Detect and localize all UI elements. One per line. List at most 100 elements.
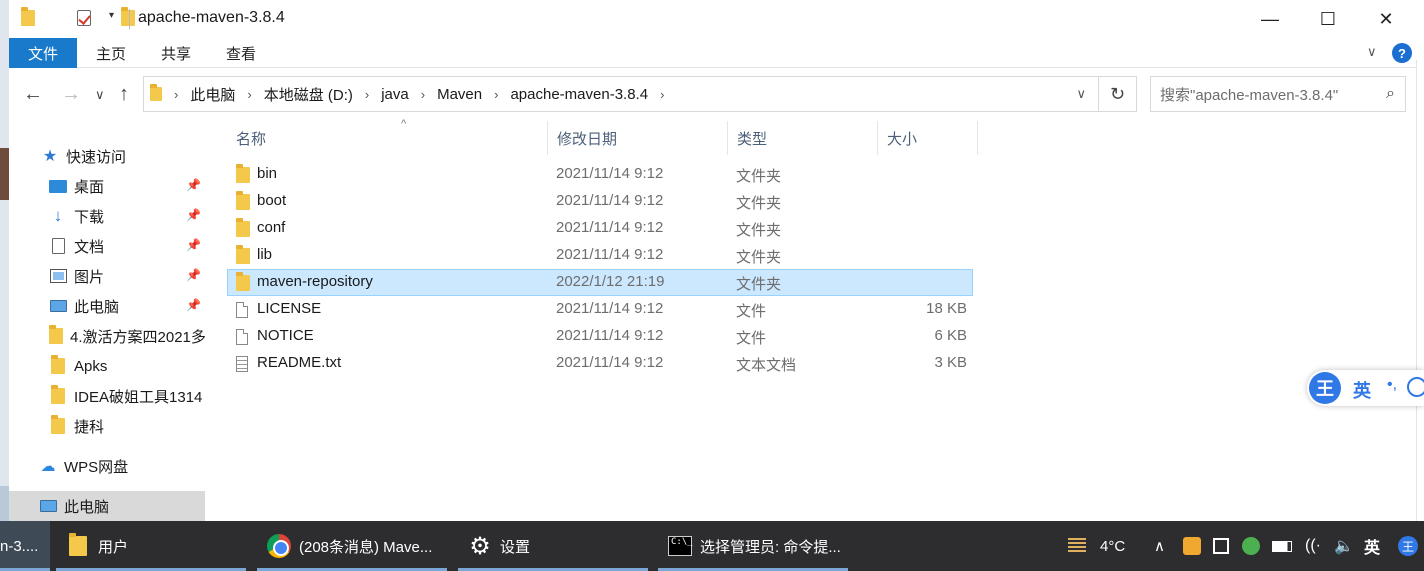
address-dropdown-icon[interactable]: ∨: [1076, 86, 1086, 102]
breadcrumb-this-pc[interactable]: 此电脑: [190, 84, 235, 105]
back-arrow-icon[interactable]: ←: [23, 83, 43, 106]
address-bar[interactable]: › 此电脑 › 本地磁盘 (D:) › java › Maven › apach…: [143, 76, 1099, 112]
nav-downloads[interactable]: ↓ 下载 📌: [9, 201, 205, 231]
file-row[interactable]: conf 2021/11/14 9:12 文件夹: [227, 215, 973, 242]
nav-folder-apks[interactable]: Apks: [9, 351, 205, 381]
properties-icon[interactable]: [77, 10, 92, 26]
file-row-selected[interactable]: maven-repository 2022/1/12 21:19 文件夹: [227, 269, 973, 296]
nav-label: 桌面: [74, 178, 105, 196]
file-date: 2021/11/14 9:12: [556, 219, 664, 236]
breadcrumb-separator[interactable]: ›: [660, 87, 664, 102]
tray-overflow-chevron-icon[interactable]: ∧: [1154, 521, 1165, 571]
refresh-button[interactable]: ↻: [1099, 76, 1137, 112]
file-date: 2021/11/14 9:12: [556, 300, 664, 317]
tray-security-icon[interactable]: [1242, 521, 1260, 571]
taskbar-item-cmd[interactable]: C:\_ 选择管理员: 命令提...: [658, 521, 848, 571]
cloud-icon: ☁: [40, 458, 56, 475]
tray-app-icon[interactable]: [1183, 521, 1201, 571]
ime-toolbar[interactable]: 王 英 •,: [1307, 370, 1424, 406]
folder-icon: [51, 355, 65, 374]
file-row[interactable]: LICENSE 2021/11/14 9:12 文件 18 KB: [227, 296, 973, 323]
pin-icon[interactable]: 📌: [186, 298, 201, 312]
pin-icon[interactable]: 📌: [186, 268, 201, 282]
weather-temperature: 4°C: [1100, 537, 1126, 555]
star-icon: ★: [42, 148, 58, 165]
up-arrow-icon[interactable]: ↑: [119, 83, 129, 106]
search-placeholder: 搜索"apache-maven-3.8.4": [1160, 86, 1339, 104]
desktop-background-left: [0, 0, 9, 521]
tray-windows-icon[interactable]: [1213, 521, 1229, 571]
file-icon: [236, 302, 248, 318]
column-header-size[interactable]: 大小: [878, 121, 978, 155]
tab-file[interactable]: 文件: [9, 38, 77, 68]
pin-icon[interactable]: 📌: [186, 208, 201, 222]
search-icon[interactable]: ⌕: [1386, 85, 1395, 103]
folder-icon[interactable]: [21, 7, 35, 26]
nav-label: 此电脑: [64, 498, 110, 516]
file-name: LICENSE: [257, 300, 322, 317]
ribbon-tabs: 文件 主页 共享 查看 ∨ ?: [9, 38, 1416, 68]
nav-documents[interactable]: 文档 📌: [9, 231, 205, 261]
nav-this-pc-pinned[interactable]: 此电脑 📌: [9, 291, 205, 321]
file-row[interactable]: bin 2021/11/14 9:12 文件夹: [227, 161, 973, 188]
help-icon[interactable]: ?: [1392, 43, 1412, 63]
battery-icon[interactable]: [1272, 521, 1292, 571]
tab-view[interactable]: 查看: [226, 38, 256, 68]
nav-label: 此电脑: [74, 298, 120, 316]
nav-label: 文档: [74, 238, 105, 256]
taskbar-item-maven-window[interactable]: n-3....: [0, 521, 50, 571]
folder-icon: [49, 325, 63, 344]
ime-logo-icon[interactable]: 王: [1309, 372, 1341, 404]
minimize-button[interactable]: —: [1241, 0, 1299, 38]
file-row[interactable]: boot 2021/11/14 9:12 文件夹: [227, 188, 973, 215]
breadcrumb-separator[interactable]: ›: [247, 87, 251, 102]
ribbon-expand-icon[interactable]: ∨: [1367, 44, 1377, 60]
wifi-icon[interactable]: ((·: [1305, 521, 1321, 571]
tab-home[interactable]: 主页: [96, 38, 126, 68]
nav-folder-jieke[interactable]: 捷科: [9, 411, 205, 441]
nav-label: WPS网盘: [64, 458, 129, 476]
tab-share[interactable]: 共享: [161, 38, 191, 68]
nav-wps-cloud[interactable]: ☁ WPS网盘: [9, 451, 205, 481]
emoji-icon[interactable]: [1407, 377, 1424, 397]
taskbar-item-users-folder[interactable]: 用户: [56, 521, 246, 571]
pictures-icon: [49, 269, 67, 283]
nav-this-pc[interactable]: 此电脑: [9, 491, 205, 521]
file-name: boot: [257, 192, 287, 209]
weather-widget[interactable]: 4°C: [1068, 521, 1125, 571]
nav-folder-activation[interactable]: 4.激活方案四2021多: [9, 321, 205, 351]
breadcrumb-apache-maven[interactable]: apache-maven-3.8.4: [510, 86, 648, 103]
breadcrumb-separator[interactable]: ›: [421, 87, 425, 102]
quick-access-dropdown-icon[interactable]: ▾: [109, 10, 114, 21]
breadcrumb-separator[interactable]: ›: [365, 87, 369, 102]
breadcrumb-java[interactable]: java: [381, 86, 409, 103]
file-row[interactable]: NOTICE 2021/11/14 9:12 文件 6 KB: [227, 323, 973, 350]
breadcrumb-drive-d[interactable]: 本地磁盘 (D:): [264, 84, 353, 105]
nav-quick-access[interactable]: ★ 快速访问: [9, 141, 205, 171]
nav-desktop[interactable]: 桌面 📌: [9, 171, 205, 201]
pin-icon[interactable]: 📌: [186, 178, 201, 192]
nav-folder-idea[interactable]: IDEA破姐工具1314: [9, 381, 205, 411]
maximize-button[interactable]: ☐: [1299, 0, 1357, 38]
ime-language-indicator[interactable]: 英: [1364, 521, 1380, 571]
file-row[interactable]: README.txt 2021/11/14 9:12 文本文档 3 KB: [227, 350, 973, 377]
column-header-date[interactable]: 修改日期: [548, 121, 728, 155]
recent-locations-icon[interactable]: ∨: [95, 87, 105, 103]
breadcrumb-maven[interactable]: Maven: [437, 86, 482, 103]
close-button[interactable]: ✕: [1357, 0, 1415, 38]
ime-language-toggle[interactable]: 英: [1353, 377, 1371, 403]
nav-pictures[interactable]: 图片 📌: [9, 261, 205, 291]
pin-icon[interactable]: 📌: [186, 238, 201, 252]
ime-punctuation-toggle[interactable]: •,: [1387, 376, 1397, 394]
breadcrumb-separator[interactable]: ›: [494, 87, 498, 102]
taskbar-item-chrome[interactable]: (208条消息) Mave...: [257, 521, 447, 571]
column-header-name[interactable]: 名称 ^: [227, 118, 548, 155]
ime-tray-icon[interactable]: 王: [1398, 521, 1418, 571]
volume-icon[interactable]: 🔈: [1334, 521, 1354, 571]
column-header-type[interactable]: 类型: [728, 121, 878, 155]
title-bar: ▾ apache-maven-3.8.4 — ☐ ✕: [9, 0, 1416, 38]
taskbar-item-settings[interactable]: ⚙ 设置: [458, 521, 648, 571]
search-input[interactable]: 搜索"apache-maven-3.8.4" ⌕: [1150, 76, 1406, 112]
file-row[interactable]: lib 2021/11/14 9:12 文件夹: [227, 242, 973, 269]
forward-arrow-icon[interactable]: →: [61, 83, 81, 106]
